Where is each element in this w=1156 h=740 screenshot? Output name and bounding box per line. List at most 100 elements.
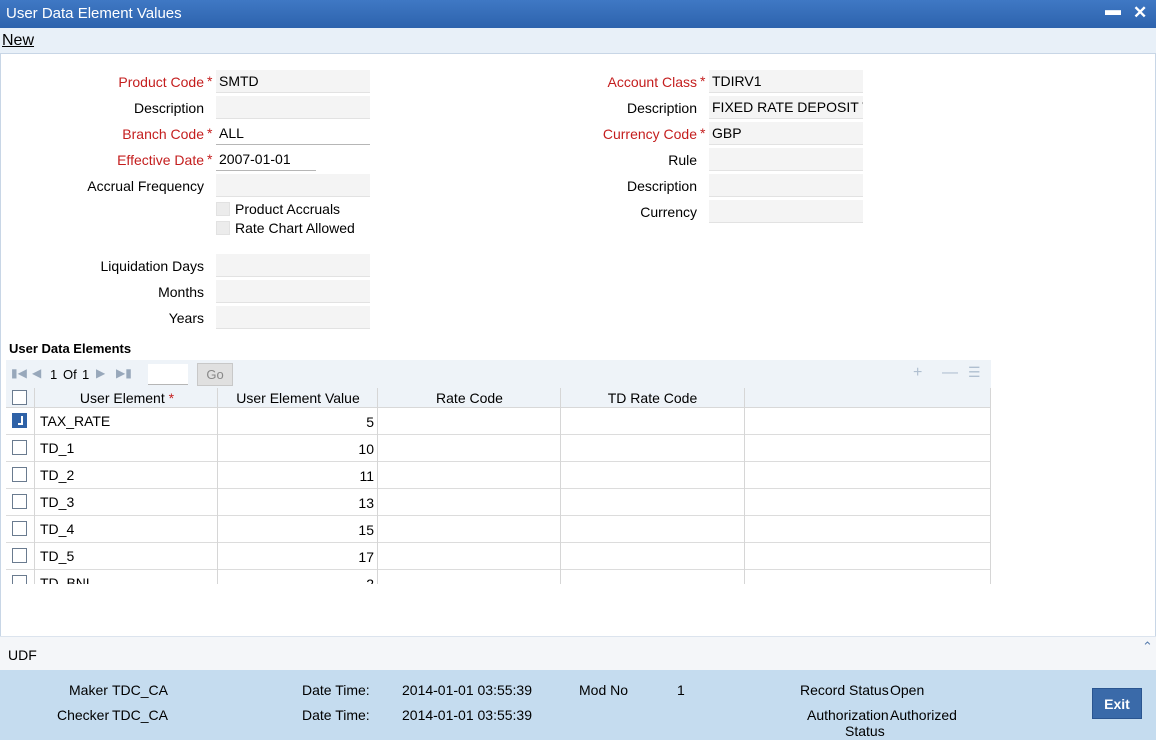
user-element-value-cell[interactable]: 15 xyxy=(218,522,374,538)
checker-label: Checker xyxy=(57,707,110,723)
grid-header: User Element * User Element Value Rate C… xyxy=(6,388,991,408)
exit-button[interactable]: Exit xyxy=(1092,688,1142,719)
table-row[interactable]: TD_BNL 2 xyxy=(6,570,991,584)
checker-datetime-label: Date Time: xyxy=(302,707,370,723)
add-row-icon[interactable]: + xyxy=(913,364,922,382)
user-element-cell[interactable]: TD_1 xyxy=(40,440,74,456)
mod-no-label: Mod No xyxy=(579,682,629,698)
table-row[interactable]: TD_2 11 xyxy=(6,462,991,489)
row-checkbox[interactable] xyxy=(12,413,27,428)
checker-value: TDC_CA xyxy=(112,707,169,723)
maker-value: TDC_CA xyxy=(112,682,169,698)
rule-description-field[interactable] xyxy=(709,174,863,197)
row-checkbox[interactable] xyxy=(12,494,27,509)
user-element-value-cell[interactable]: 2 xyxy=(218,576,374,584)
column-header: TD Rate Code xyxy=(607,390,698,406)
product-code-field[interactable]: SMTD xyxy=(216,70,370,93)
account-class-label: Account Class xyxy=(607,74,697,90)
description-field[interactable] xyxy=(216,96,370,119)
column-header: Rate Code xyxy=(436,390,503,406)
currency-field[interactable] xyxy=(709,200,863,223)
years-field[interactable] xyxy=(216,306,370,329)
user-element-cell[interactable]: TD_2 xyxy=(40,467,74,483)
months-field[interactable] xyxy=(216,280,370,303)
audit-footer: Maker TDC_CA Checker TDC_CA Date Time: 2… xyxy=(0,670,1156,740)
auth-status-label: Authorization xyxy=(807,707,889,723)
close-icon[interactable]: ✕ xyxy=(1133,3,1147,23)
user-data-elements-grid: ▮◀ ◀ 1 Of 1 ▶ ▶▮ Go + — ☰ User Element *… xyxy=(6,360,991,584)
currency-code-label: Currency Code xyxy=(602,126,697,142)
rate-chart-allowed-label: Rate Chart Allowed xyxy=(235,220,355,236)
prev-page-icon[interactable]: ◀ xyxy=(32,366,41,380)
row-checkbox[interactable] xyxy=(12,440,27,455)
collapse-icon[interactable]: ⌃ xyxy=(1142,639,1153,655)
required-mark: * xyxy=(700,125,706,141)
page-of-label: Of xyxy=(63,367,77,382)
minimize-icon[interactable]: ▬ xyxy=(1105,2,1121,20)
required-mark: * xyxy=(207,73,213,89)
liquidation-days-field[interactable] xyxy=(216,254,370,277)
user-element-value-cell[interactable]: 5 xyxy=(218,414,374,430)
user-element-value-cell[interactable]: 17 xyxy=(218,549,374,565)
next-page-icon[interactable]: ▶ xyxy=(96,366,105,380)
account-class-field[interactable]: TDIRV1 xyxy=(709,70,863,93)
title-bar: User Data Element Values ▬ ✕ xyxy=(0,0,1156,28)
rate-chart-allowed-checkbox[interactable] xyxy=(216,221,230,235)
grid-toolbar: ▮◀ ◀ 1 Of 1 ▶ ▶▮ Go + — ☰ xyxy=(6,360,991,388)
section-title: User Data Elements xyxy=(9,341,132,356)
user-element-cell[interactable]: TAX_RATE xyxy=(40,413,110,429)
row-checkbox[interactable] xyxy=(12,548,27,563)
user-element-cell[interactable]: TD_5 xyxy=(40,548,74,564)
accrual-frequency-field[interactable] xyxy=(216,174,370,197)
product-accruals-checkbox[interactable] xyxy=(216,202,230,216)
user-element-value-cell[interactable]: 10 xyxy=(218,441,374,457)
table-row[interactable]: TD_5 17 xyxy=(6,543,991,570)
udf-bar[interactable]: UDF ⌃ xyxy=(0,636,1156,670)
auth-status-value: Authorized xyxy=(890,707,957,723)
required-mark: * xyxy=(700,73,706,89)
menu-bar: New xyxy=(0,28,1156,54)
last-page-icon[interactable]: ▶▮ xyxy=(116,366,132,380)
page-current: 1 xyxy=(50,367,58,382)
table-row[interactable]: TD_3 13 xyxy=(6,489,991,516)
currency-label: Currency xyxy=(640,204,697,220)
row-checkbox[interactable] xyxy=(12,467,27,482)
branch-code-field[interactable]: ALL xyxy=(216,122,370,145)
table-row[interactable]: TAX_RATE 5 xyxy=(6,408,991,435)
effective-date-field[interactable]: 2007-01-01 xyxy=(216,148,316,171)
user-element-value-cell[interactable]: 13 xyxy=(218,495,374,511)
page-number-input[interactable] xyxy=(148,364,188,385)
column-header: User Element Value xyxy=(236,390,360,406)
row-checkbox[interactable] xyxy=(12,521,27,536)
single-view-icon[interactable]: ☰ xyxy=(968,364,981,381)
mod-no-value: 1 xyxy=(677,682,685,698)
ac-description-field[interactable]: FIXED RATE DEPOSIT W xyxy=(709,96,863,119)
select-all-checkbox[interactable] xyxy=(12,390,27,405)
record-status-value: Open xyxy=(890,682,925,698)
first-page-icon[interactable]: ▮◀ xyxy=(11,366,27,380)
user-element-cell[interactable]: TD_4 xyxy=(40,521,74,537)
go-button[interactable]: Go xyxy=(197,363,233,386)
delete-row-icon[interactable]: — xyxy=(942,364,958,382)
maker-label: Maker xyxy=(69,682,108,698)
user-element-value-cell[interactable]: 11 xyxy=(218,468,374,484)
accrual-frequency-label: Accrual Frequency xyxy=(87,178,204,194)
product-code-label: Product Code xyxy=(118,74,204,90)
row-checkbox[interactable] xyxy=(12,575,27,584)
maker-datetime-label: Date Time: xyxy=(302,682,370,698)
currency-code-field[interactable]: GBP xyxy=(709,122,863,145)
rule-field[interactable] xyxy=(709,148,863,171)
column-header: User Element * xyxy=(79,390,175,406)
new-button[interactable]: New xyxy=(2,32,34,50)
table-row[interactable]: TD_4 15 xyxy=(6,516,991,543)
window-title: User Data Element Values xyxy=(6,5,182,22)
branch-code-label: Branch Code xyxy=(122,126,204,142)
udf-label: UDF xyxy=(8,647,37,663)
user-element-cell[interactable]: TD_3 xyxy=(40,494,74,510)
user-element-cell[interactable]: TD_BNL xyxy=(40,575,94,584)
product-accruals-label: Product Accruals xyxy=(235,201,341,217)
required-mark: * xyxy=(207,151,213,167)
years-label: Years xyxy=(168,310,204,326)
record-status-label: Record Status xyxy=(800,682,889,698)
table-row[interactable]: TD_1 10 xyxy=(6,435,991,462)
